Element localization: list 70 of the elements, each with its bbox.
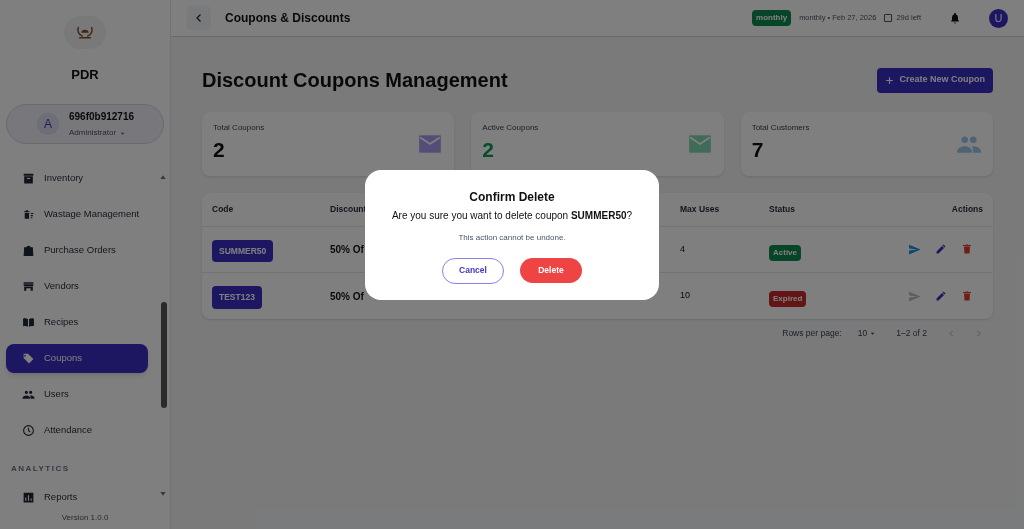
- book-icon: [22, 316, 35, 329]
- user-role: Administrator: [69, 127, 117, 140]
- table-cell-text: 10: [680, 289, 691, 303]
- stat-label: Total Coupons: [213, 122, 265, 135]
- create-coupon-button[interactable]: Create New Coupon: [877, 67, 993, 93]
- table-cell-text: 50% Of: [330, 243, 365, 257]
- cancel-button[interactable]: Cancel: [442, 257, 504, 284]
- status-tag: Expired: [769, 291, 807, 307]
- table-cell-text: 50% Of: [330, 289, 365, 304]
- storefront-icon: [22, 280, 35, 293]
- dialog-note: This action cannot be undone.: [458, 231, 566, 244]
- column-header: Code: [212, 203, 234, 216]
- user-avatar: A: [37, 113, 59, 136]
- coupon-code-tag: SUMMER50: [212, 239, 274, 263]
- stat-value: 2: [482, 137, 495, 164]
- bar-chart-icon: [22, 491, 35, 504]
- column-header: Max Uses: [680, 203, 720, 216]
- delete-trash-icon[interactable]: [961, 243, 973, 255]
- page-title: Discount Coupons Management: [202, 68, 508, 93]
- sidebar-item[interactable]: Purchase Orders: [6, 236, 148, 265]
- sidebar-item[interactable]: Users: [6, 380, 148, 409]
- table-cell-text: 4: [680, 242, 686, 256]
- calendar-icon: [884, 14, 893, 22]
- user-name: 696f0b912716: [69, 110, 135, 125]
- rows-per-page-label: Rows per page:: [782, 327, 842, 340]
- status-tag: Active: [769, 244, 801, 261]
- delete-button[interactable]: Delete: [520, 257, 582, 283]
- user-profile-card[interactable]: A 696f0b912716 Administrator: [6, 104, 164, 144]
- archive-box-icon: [22, 172, 35, 185]
- version-label: Version 1.0.0: [60, 512, 110, 524]
- back-button[interactable]: [187, 6, 211, 30]
- column-header: Discount: [330, 203, 367, 216]
- sidebar-item[interactable]: Attendance: [6, 416, 148, 445]
- laurel-crest-icon: [76, 24, 94, 41]
- coupon-code-tag: TEST123: [212, 286, 262, 309]
- pagination-range: 1–2 of 2: [896, 327, 927, 340]
- scroll-up-icon[interactable]: [159, 173, 167, 181]
- send-icon[interactable]: [908, 243, 921, 256]
- page-header-title: Coupons & Discounts: [225, 10, 351, 27]
- people-icon: [22, 388, 35, 401]
- dialog-title: Confirm Delete: [469, 188, 555, 206]
- rows-per-page-select[interactable]: 10: [857, 327, 877, 340]
- column-header: Actions: [951, 203, 983, 216]
- pencil-icon[interactable]: [935, 243, 947, 255]
- shopping-bag-icon: [22, 244, 35, 257]
- sidebar-item[interactable]: Coupons: [6, 344, 148, 373]
- pencil-icon[interactable]: [935, 289, 947, 302]
- brand-name: PDR: [70, 65, 100, 84]
- sidebar-item[interactable]: Recipes: [6, 308, 148, 337]
- scrollbar-thumb[interactable]: [161, 302, 167, 408]
- sidebar-item[interactable]: Vendors: [6, 272, 148, 301]
- stat-value: 2: [213, 137, 226, 164]
- stat-label: Total Customers: [751, 122, 810, 135]
- stat-label: Active Coupons: [482, 122, 539, 135]
- trash-list-icon: [22, 208, 35, 221]
- tag-icon: [22, 352, 35, 365]
- clock-icon: [22, 424, 35, 437]
- sidebar-item[interactable]: Inventory: [6, 164, 148, 193]
- plus-icon: [885, 75, 895, 85]
- plan-badge: monthly: [752, 10, 792, 26]
- sidebar-item[interactable]: Wastage Management: [6, 200, 148, 229]
- delete-trash-icon[interactable]: [961, 289, 973, 302]
- sidebar-item[interactable]: Reports: [6, 483, 148, 512]
- stat-value: 7: [751, 137, 765, 164]
- column-header: Status: [769, 203, 795, 216]
- notification-bell-icon[interactable]: [949, 12, 961, 24]
- section-heading: ANALYTICS: [10, 463, 71, 475]
- dialog-message: Are you sure you want to delete coupon SUMMER50?: [391, 208, 633, 223]
- scroll-down-icon[interactable]: [159, 490, 167, 498]
- user-avatar[interactable]: U: [989, 8, 1008, 28]
